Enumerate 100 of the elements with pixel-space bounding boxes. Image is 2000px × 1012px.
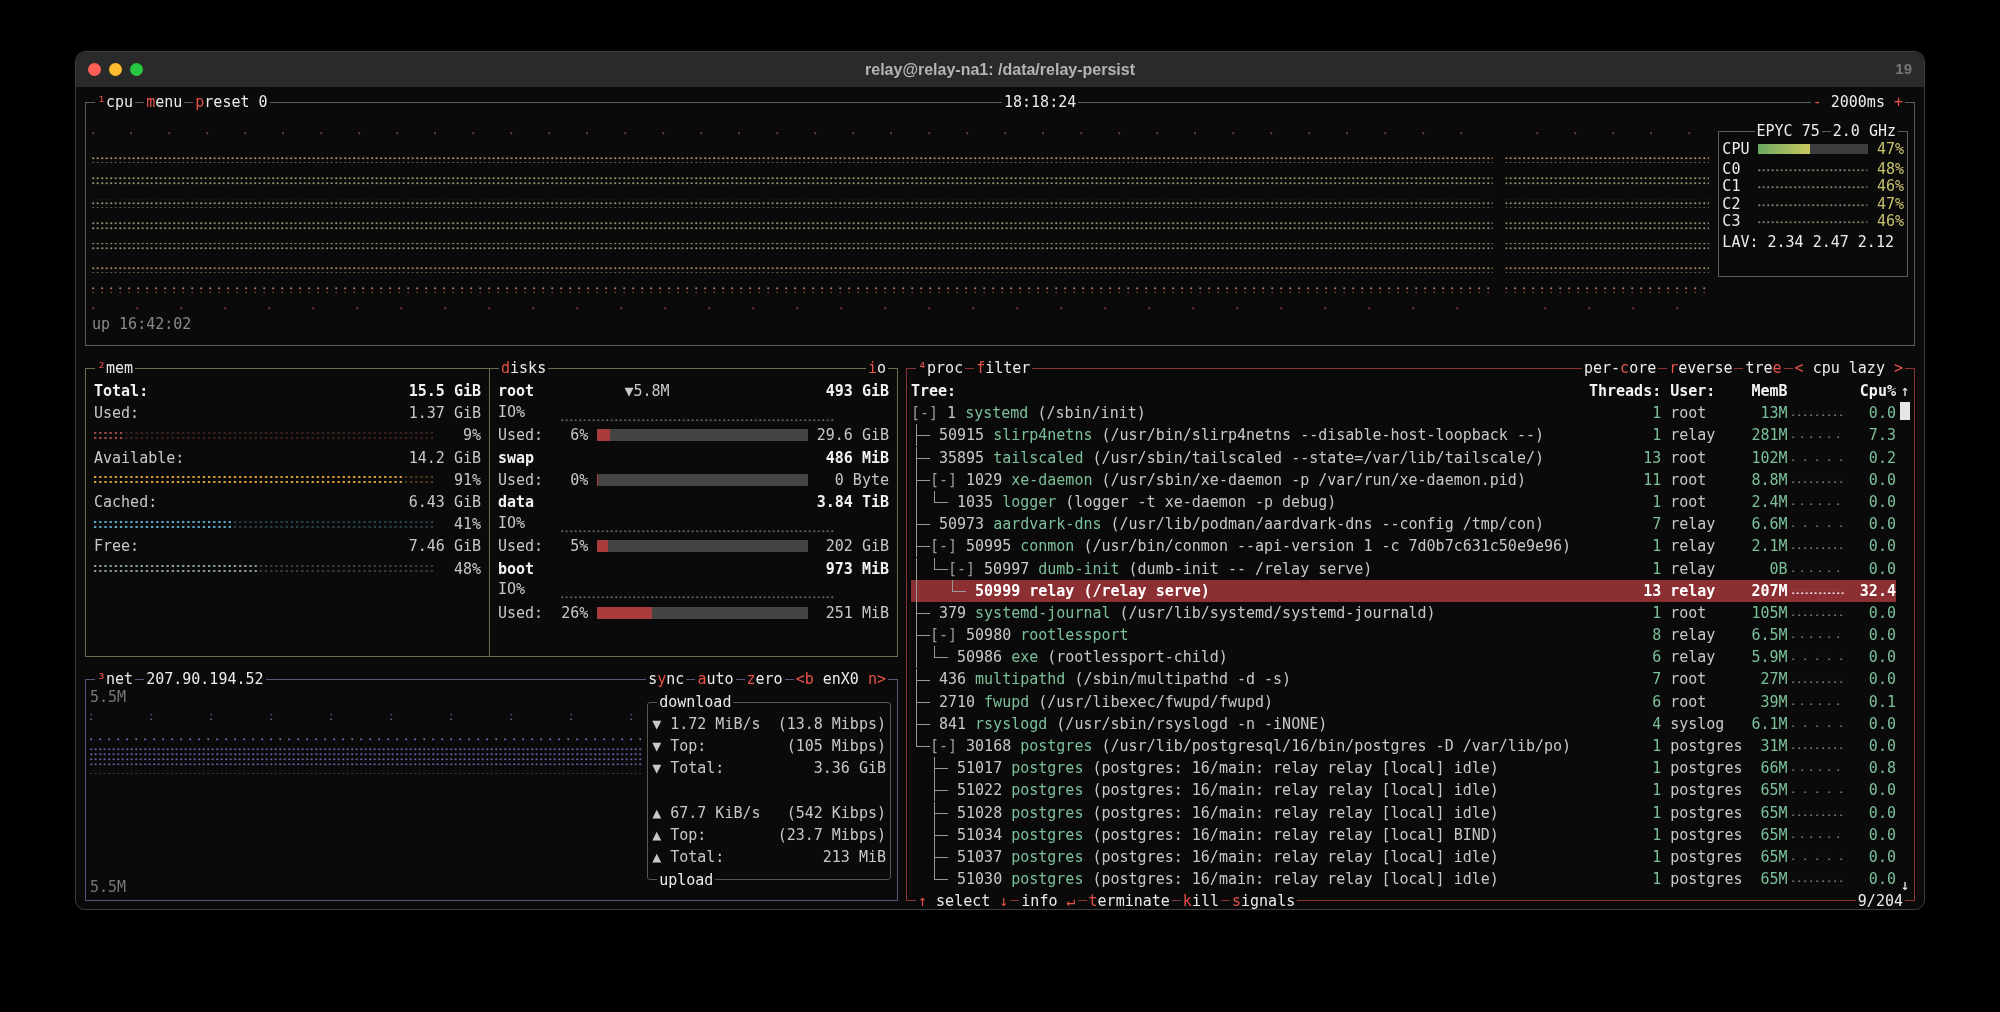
- thread-count: 1: [1651, 425, 1662, 447]
- minimize-button[interactable]: [109, 63, 122, 76]
- disk-used-percent: 6%: [569, 425, 589, 447]
- memory-value: 1.37 GiB: [408, 403, 481, 425]
- io-label: IO%: [498, 515, 527, 530]
- process-row[interactable]: 50986 exe (rootlessport-child) 6 relay 5.9M 0.0: [911, 646, 1896, 669]
- process-id: 30168: [966, 736, 1012, 757]
- thread-count: 1: [1651, 558, 1662, 580]
- collapse-toggle[interactable]: [-]: [929, 624, 958, 647]
- disk-used-value: 0 Byte: [833, 469, 889, 491]
- memory-usage: 207M: [1750, 580, 1788, 602]
- process-name: postgres: [1011, 869, 1084, 891]
- cpu-usage: 0.0: [1867, 846, 1896, 868]
- process-row[interactable]: 436 multipathd (/sbin/multipathd -d -s) 7 root 27M 0.0: [911, 668, 1896, 691]
- process-name: postgres: [1011, 780, 1084, 802]
- user-name: root: [1669, 491, 1708, 513]
- collapse-toggle[interactable]: [-]: [911, 402, 939, 425]
- process-row[interactable]: 379 systemd-journal (/usr/lib/systemd/systemd-journald) 1 root 105M 0.0: [911, 601, 1896, 625]
- process-args: (/usr/sbin/tailscaled --state=/var/lib/tailscale/): [1092, 447, 1544, 469]
- process-args: (/usr/bin/conmon --api-version 1 -c 7d0b7c631c50e9e96): [1083, 536, 1572, 558]
- collapse-toggle[interactable]: [-]: [929, 535, 958, 558]
- process-row[interactable]: 50915 slirp4netns (/usr/bin/slirp4netns --disable-host-loopback --) 1 relay 281M 7.3: [911, 424, 1896, 447]
- process-row[interactable]: 35895 tailscaled (/usr/sbin/tailscaled --state=/var/lib/tailscale/) 13 root 102M 0.2: [911, 446, 1896, 469]
- process-row[interactable]: [-] 30168 postgres (/usr/lib/postgresql/16/bin/postgres -D /var/lib/po) 1 postgres 31M 0.0: [911, 735, 1896, 758]
- process-row[interactable]: 841 rsyslogd (/usr/sbin/rsyslogd -n -iNONE) 4 syslog 6.1M 0.0: [911, 712, 1896, 735]
- process-name: fwupd: [984, 691, 1030, 713]
- process-row[interactable]: [-] 1029 xe-daemon (/usr/sbin/xe-daemon -p /var/run/xe-daemon.pid) 11 root 8.8M 0.0: [911, 468, 1896, 491]
- rate-label: Top:: [670, 824, 707, 846]
- thread-count: 13: [1642, 447, 1662, 469]
- thread-count: 1: [1651, 869, 1662, 891]
- process-name: tailscaled: [993, 447, 1084, 469]
- process-row[interactable]: 51037 postgres (postgres: 16/main: relay relay [local] idle) 1 postgres 65M 0.0: [911, 845, 1896, 869]
- scroll-up-arrow[interactable]: ↑: [1900, 380, 1910, 403]
- disk-used-value: 29.6 GiB: [815, 425, 889, 447]
- tree-connector: [915, 690, 930, 713]
- memory-value: 14.2 GiB: [408, 447, 481, 469]
- memory-usage: 39M: [1759, 691, 1788, 713]
- process-row[interactable]: 50999 relay (/relay serve) 13 relay 207M 32.4: [911, 579, 1896, 602]
- cpu-usage: 0.0: [1867, 780, 1896, 802]
- memory-usage: 105M: [1750, 602, 1788, 624]
- direction-arrow: ▼: [652, 714, 663, 735]
- memory-percent: 91%: [452, 469, 481, 491]
- memory-usage: 65M: [1759, 780, 1788, 802]
- process-row[interactable]: 50973 aardvark-dns (/usr/lib/podman/aardvark-dns --config /tmp/con) 7 relay 6.6M 0.0: [911, 513, 1896, 536]
- cpu-usage: 0.0: [1867, 625, 1896, 647]
- process-name: xe-daemon: [1011, 469, 1093, 491]
- process-row[interactable]: [-] 1 systemd (/sbin/init) 1 root 13M 0.0: [911, 402, 1896, 425]
- rate-value: (105 Mibps): [786, 736, 886, 758]
- process-id: 1: [947, 403, 957, 425]
- user-name: root: [1669, 469, 1708, 491]
- collapse-toggle[interactable]: [-]: [948, 557, 976, 580]
- memory-usage: 66M: [1759, 758, 1788, 780]
- process-name: rootlessport: [1020, 625, 1129, 647]
- process-id: 51028: [957, 802, 1003, 824]
- process-row[interactable]: 51017 postgres (postgres: 16/main: relay relay [local] idle) 1 postgres 66M 0.8: [911, 757, 1896, 780]
- close-button[interactable]: [88, 63, 101, 76]
- process-row[interactable]: 51034 postgres (postgres: 16/main: relay relay [local] BIND) 1 postgres 65M 0.0: [911, 823, 1896, 846]
- process-id: 1035: [957, 491, 994, 513]
- scale-label: 5.5M: [90, 687, 128, 708]
- thread-count: 1: [1651, 824, 1662, 846]
- rate-value: (542 Kibps): [786, 802, 886, 824]
- process-id: 51037: [957, 846, 1003, 868]
- user-name: postgres: [1669, 802, 1743, 824]
- memory-value: 15.5 GiB: [408, 381, 481, 402]
- process-args: (/usr/lib/systemd/systemd-journald): [1119, 602, 1436, 624]
- cpu-usage: 0.0: [1867, 602, 1896, 624]
- memory-usage: 102M: [1750, 447, 1788, 469]
- process-row[interactable]: [-] 50995 conmon (/usr/bin/conmon --api-version 1 -c 7d0b7c631c50e9e96) 1 relay 2.1M 0.0: [911, 535, 1896, 558]
- process-id: 51017: [957, 758, 1003, 780]
- user-name: postgres: [1669, 758, 1743, 780]
- cpu-label: CPU: [1722, 138, 1751, 160]
- scale-label: 5.5M: [90, 876, 128, 898]
- process-row[interactable]: 2710 fwupd (/usr/libexec/fwupd/fwupd) 6 root 39M 0.1: [911, 690, 1896, 713]
- process-row[interactable]: [-] 50997 dumb-init (dumb-init -- /relay serve) 1 relay 0B 0.0: [911, 557, 1896, 580]
- memory-usage: 5.9M: [1750, 647, 1788, 669]
- cpu-usage: 32.4: [1858, 580, 1896, 602]
- memory-usage: 27M: [1759, 669, 1788, 691]
- collapse-toggle[interactable]: [-]: [929, 735, 958, 758]
- memory-label: Total:: [94, 381, 149, 402]
- process-row[interactable]: 51030 postgres (postgres: 16/main: relay relay [local] idle) 1 postgres 65M 0.0: [911, 868, 1896, 891]
- process-args: (postgres: 16/main: relay relay [local] idle): [1092, 802, 1499, 824]
- collapse-toggle[interactable]: [-]: [929, 468, 958, 491]
- core-percent: 46%: [1875, 211, 1904, 233]
- cpu-usage: 0.0: [1867, 647, 1896, 669]
- process-row[interactable]: 51028 postgres (postgres: 16/main: relay relay [local] idle) 1 postgres 65M 0.0: [911, 801, 1896, 824]
- user-name: root: [1669, 669, 1708, 691]
- process-row[interactable]: 1035 logger (logger -t xe-daemon -p debug) 1 root 2.4M 0.0: [911, 490, 1896, 514]
- user-name: postgres: [1669, 780, 1743, 802]
- user-name: postgres: [1669, 846, 1743, 868]
- process-id: 50995: [966, 536, 1012, 558]
- column-header: Cpu%: [1858, 381, 1896, 402]
- thread-count: 4: [1651, 713, 1662, 735]
- process-row[interactable]: [-] 50980 rootlessport 8 relay 6.5M 0.0: [911, 624, 1896, 647]
- process-row[interactable]: 51022 postgres (postgres: 16/main: relay relay [local] idle) 1 postgres 65M 0.0: [911, 779, 1896, 802]
- disk-size: 486 MiB: [825, 447, 889, 469]
- user-name: relay: [1669, 558, 1717, 580]
- maximize-button[interactable]: [130, 63, 143, 76]
- column-header: User:: [1669, 381, 1717, 402]
- user-name: relay: [1669, 647, 1717, 669]
- scrollbar-thumb[interactable]: [1899, 402, 1910, 421]
